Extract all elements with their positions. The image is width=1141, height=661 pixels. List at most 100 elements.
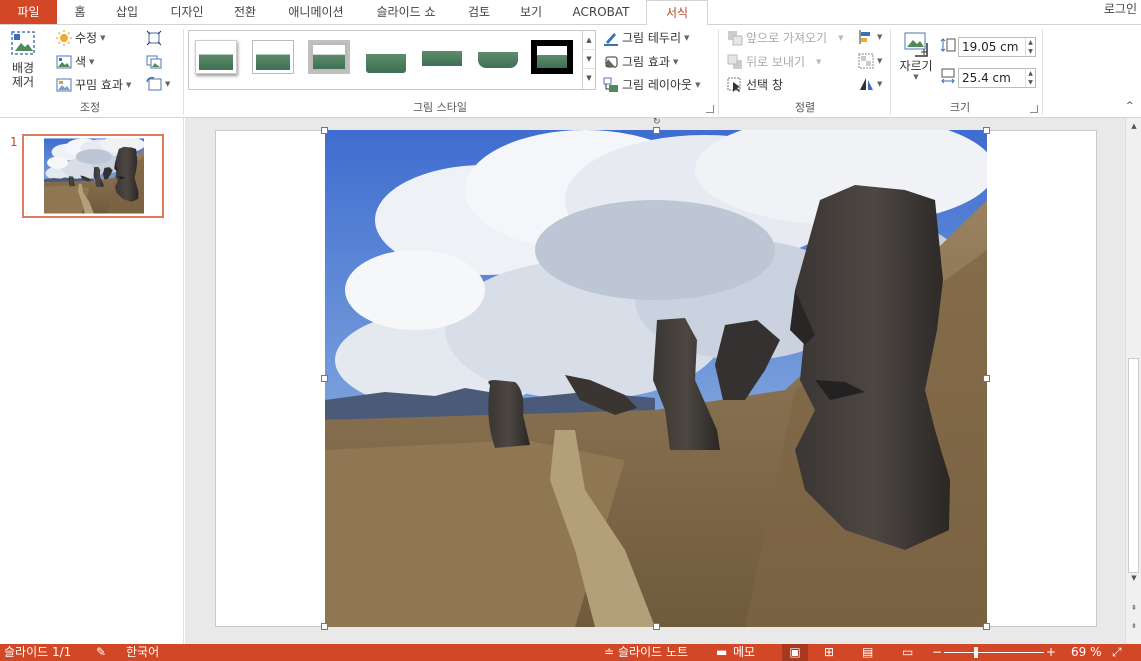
rotate-button[interactable]: ▼: [858, 76, 882, 92]
picture-border-button[interactable]: 그림 테두리 ▼: [603, 29, 689, 46]
zoom-in-button[interactable]: +: [1046, 644, 1056, 661]
group-separator: [718, 29, 719, 115]
resize-handle-s[interactable]: [653, 623, 660, 630]
resize-handle-sw[interactable]: [321, 623, 328, 630]
change-picture-icon: [146, 55, 162, 69]
color-button[interactable]: 색 ▼: [56, 53, 94, 70]
picture-style-6[interactable]: [477, 40, 519, 74]
tab-insert[interactable]: 삽입: [104, 0, 150, 24]
height-icon-wrap: [940, 37, 956, 53]
picture-style-1[interactable]: [195, 40, 237, 74]
login-link[interactable]: 로그인: [1104, 0, 1137, 18]
moai-picture[interactable]: [325, 130, 987, 627]
normal-view-button[interactable]: ▣: [782, 644, 808, 661]
resize-handle-se[interactable]: [983, 623, 990, 630]
picture-style-2[interactable]: [252, 40, 294, 74]
vertical-scrollbar[interactable]: ▲ ▼ ⇞ ⇟: [1125, 118, 1141, 644]
size-launcher[interactable]: [1030, 105, 1038, 113]
previous-slide-arrow[interactable]: ⇞: [1126, 600, 1141, 616]
collapse-ribbon-button[interactable]: ^: [1126, 101, 1134, 111]
height-field[interactable]: 19.05 cm ▲ ▼: [958, 37, 1036, 57]
corrections-button[interactable]: 수정 ▼: [56, 29, 105, 46]
zoom-slider-thumb[interactable]: [974, 647, 978, 658]
gallery-down-arrow[interactable]: ▼: [583, 50, 595, 69]
compress-pictures-button[interactable]: [146, 30, 162, 46]
tab-slideshow[interactable]: 슬라이드 쇼: [366, 0, 446, 24]
resize-handle-w[interactable]: [321, 375, 328, 382]
gallery-up-arrow[interactable]: ▲: [583, 31, 595, 50]
rotate-handle-icon[interactable]: ↻: [653, 117, 661, 127]
tab-review[interactable]: 검토: [456, 0, 502, 24]
notes-icon[interactable]: ≐: [604, 644, 614, 661]
comments-icon[interactable]: ▬: [716, 644, 727, 661]
tab-design[interactable]: 디자인: [160, 0, 214, 24]
reading-view-button[interactable]: ▤: [862, 644, 873, 661]
selection-pane-button[interactable]: 선택 창: [727, 76, 783, 93]
crop-icon: [904, 32, 928, 57]
tab-file[interactable]: 파일: [0, 0, 57, 24]
picture-style-3[interactable]: [308, 40, 350, 74]
rotate-icon: [860, 78, 873, 90]
send-backward-button[interactable]: 뒤로 보내기 ▼: [727, 53, 821, 70]
gallery-scroll[interactable]: ▲ ▼ ▼: [582, 31, 595, 89]
picture-style-4[interactable]: [365, 40, 407, 74]
picture-styles-launcher[interactable]: [706, 105, 714, 113]
picture-layout-icon: [603, 77, 618, 92]
notes-button[interactable]: 슬라이드 노트: [618, 644, 688, 661]
resize-handle-nw[interactable]: [321, 127, 328, 134]
change-picture-button[interactable]: [146, 53, 162, 69]
group-objects-button[interactable]: ▼: [858, 53, 882, 69]
reset-picture-icon: [146, 76, 162, 91]
width-field[interactable]: 25.4 cm ▲ ▼: [958, 68, 1036, 88]
zoom-slider-track[interactable]: [944, 652, 1044, 653]
scroll-up-arrow[interactable]: ▲: [1126, 118, 1141, 134]
slide-canvas[interactable]: ↻: [215, 117, 1097, 630]
tab-transitions[interactable]: 전환: [222, 0, 268, 24]
align-icon: [859, 30, 870, 44]
resize-handle-e[interactable]: [983, 375, 990, 382]
gallery-more-arrow[interactable]: ▼: [583, 69, 595, 88]
slide-sorter-button[interactable]: ⊞: [824, 644, 834, 661]
sun-icon: [56, 29, 72, 46]
bring-forward-icon: [728, 30, 743, 45]
pencil-icon: [604, 32, 618, 46]
language-status[interactable]: 한국어: [126, 644, 159, 661]
resize-handle-n[interactable]: [653, 127, 660, 134]
bring-forward-button[interactable]: 앞으로 가져오기 ▼: [727, 29, 844, 46]
fit-slide-button[interactable]: ⤢: [1112, 644, 1122, 661]
comments-button[interactable]: 메모: [733, 644, 755, 661]
resize-handle-ne[interactable]: [983, 127, 990, 134]
remove-background-button[interactable]: 배경 제거: [6, 29, 40, 89]
zoom-out-button[interactable]: −: [932, 644, 942, 661]
group-separator: [183, 29, 184, 115]
align-button[interactable]: ▼: [858, 29, 882, 45]
scroll-down-arrow[interactable]: ▼: [1126, 570, 1141, 586]
width-spinner[interactable]: ▲ ▼: [1025, 69, 1035, 87]
next-slide-arrow[interactable]: ⇟: [1126, 618, 1141, 634]
picture-color-icon: [56, 55, 72, 68]
reset-picture-button[interactable]: ▼: [146, 76, 170, 92]
tab-home[interactable]: 홈: [62, 0, 98, 24]
crop-button[interactable]: 자르기 ▼: [897, 29, 935, 81]
group-separator: [890, 29, 891, 115]
picture-style-7[interactable]: [531, 40, 573, 74]
tab-format[interactable]: 서식: [646, 0, 708, 25]
spellcheck-icon[interactable]: ✎: [96, 644, 106, 661]
slide-count-status: 슬라이드 1/1: [4, 645, 72, 659]
tab-animations[interactable]: 애니메이션: [278, 0, 354, 24]
scroll-thumb[interactable]: [1128, 358, 1139, 573]
picture-effects-button[interactable]: 그림 효과 ▼: [603, 53, 678, 70]
picture-style-5[interactable]: [421, 40, 463, 74]
tab-acrobat[interactable]: ACROBAT: [566, 0, 636, 24]
zoom-level[interactable]: 69 %: [1071, 644, 1102, 661]
group-separator: [1042, 29, 1043, 115]
picture-layout-button[interactable]: 그림 레이아웃 ▼: [603, 76, 700, 93]
tab-view[interactable]: 보기: [508, 0, 554, 24]
slide-thumbnail[interactable]: [22, 134, 164, 218]
shape-width-icon: [941, 68, 955, 84]
slideshow-view-button[interactable]: ▭: [902, 644, 913, 661]
artistic-effects-button[interactable]: 꾸밈 효과 ▼: [56, 76, 131, 93]
slide-number: 1: [10, 135, 18, 149]
status-bar: 슬라이드 1/1 ✎ 한국어 ≐ 슬라이드 노트 ▬ 메모 ▣ ⊞ ▤ ▭ − …: [0, 644, 1141, 661]
height-spinner[interactable]: ▲ ▼: [1025, 38, 1035, 56]
